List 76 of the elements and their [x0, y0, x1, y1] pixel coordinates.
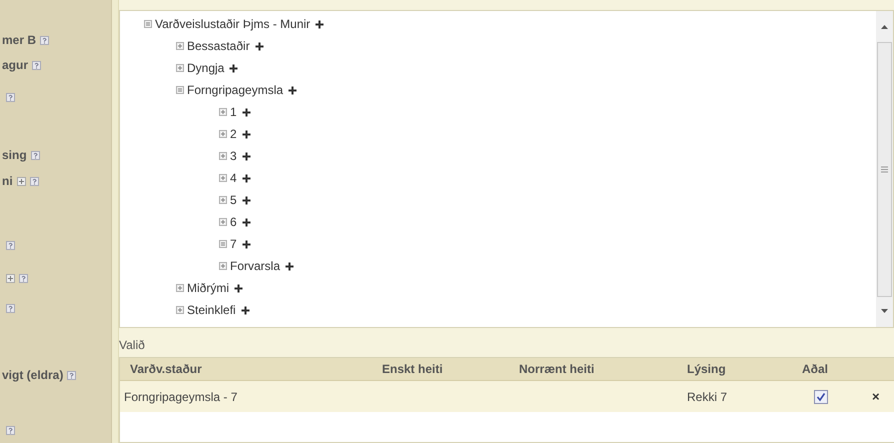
- sidebar-item[interactable]: vigt (eldra): [2, 366, 64, 384]
- add-icon[interactable]: [242, 130, 251, 138]
- expand-icon[interactable]: [6, 274, 15, 282]
- section-title: Valið: [119, 337, 146, 354]
- add-icon[interactable]: [242, 152, 251, 160]
- help-icon[interactable]: [6, 304, 15, 312]
- tree-node-label[interactable]: Dyngja: [187, 59, 224, 77]
- expand-icon[interactable]: [176, 306, 184, 314]
- help-icon[interactable]: [6, 240, 15, 250]
- help-icon[interactable]: [30, 150, 40, 160]
- table-cell: Rekki 7: [687, 390, 728, 404]
- check-icon: [816, 392, 826, 402]
- help-icon[interactable]: [40, 36, 50, 44]
- tree-node-label[interactable]: Forvarsla: [230, 257, 280, 275]
- help-icon[interactable]: [6, 92, 15, 102]
- collapse-icon[interactable]: [219, 240, 227, 248]
- expand-icon[interactable]: [219, 262, 227, 270]
- tree-node-label[interactable]: Miðrými: [187, 279, 229, 297]
- expand-icon[interactable]: [176, 284, 184, 292]
- collapse-icon[interactable]: [144, 20, 152, 28]
- scrollbar-thumb[interactable]: [877, 42, 892, 296]
- help-icon[interactable]: [30, 176, 39, 186]
- add-icon[interactable]: [254, 42, 264, 50]
- column-header[interactable]: Aðal: [802, 362, 828, 376]
- tree-node-label[interactable]: Bessastaðir: [187, 37, 250, 55]
- add-icon[interactable]: [229, 64, 238, 72]
- expand-icon[interactable]: [219, 174, 227, 182]
- expand-icon[interactable]: [176, 42, 184, 50]
- table-row[interactable]: Forngripageymsla - 7 Rekki 7 ×: [120, 381, 894, 412]
- add-icon[interactable]: [315, 20, 324, 28]
- tree-node-label[interactable]: 6: [230, 213, 237, 231]
- help-icon[interactable]: [19, 274, 28, 282]
- expand-icon[interactable]: [219, 130, 227, 138]
- help-icon[interactable]: [32, 60, 42, 70]
- add-icon[interactable]: [242, 196, 251, 204]
- tree-node-label[interactable]: 5: [230, 191, 237, 209]
- add-icon[interactable]: [285, 262, 294, 270]
- add-icon[interactable]: [288, 86, 298, 94]
- scroll-down-icon[interactable]: [881, 309, 888, 313]
- tree-node-label[interactable]: 1: [230, 103, 237, 121]
- column-header[interactable]: Enskt heiti: [382, 362, 443, 376]
- tree-node-label[interactable]: 4: [230, 169, 237, 187]
- add-icon[interactable]: [242, 218, 251, 226]
- add-icon[interactable]: [242, 108, 251, 116]
- expand-icon[interactable]: [16, 176, 26, 186]
- tree-node-label[interactable]: Varðveislustaðir Þjms - Munir: [155, 15, 310, 33]
- help-icon[interactable]: [67, 370, 76, 380]
- tree-node-label[interactable]: 3: [230, 147, 237, 165]
- sidebar-item[interactable]: mer B: [2, 31, 36, 49]
- remove-button[interactable]: ×: [872, 386, 880, 406]
- scroll-up-icon[interactable]: [881, 25, 888, 29]
- sidebar-item[interactable]: sing: [2, 146, 27, 164]
- grip-icon: [881, 166, 888, 172]
- collapse-icon[interactable]: [176, 86, 184, 94]
- checkbox[interactable]: [814, 390, 828, 404]
- tree-node-label[interactable]: 2: [230, 125, 237, 143]
- add-icon[interactable]: [242, 240, 251, 248]
- tree-node-label[interactable]: Steinklefi: [187, 301, 236, 319]
- expand-icon[interactable]: [176, 64, 184, 72]
- expand-icon[interactable]: [219, 108, 227, 116]
- expand-icon[interactable]: [219, 196, 227, 204]
- column-header[interactable]: Varðv.staður: [130, 362, 202, 376]
- sidebar-item[interactable]: agur: [2, 56, 28, 74]
- tree-node-label[interactable]: 7: [230, 235, 237, 253]
- add-icon[interactable]: [240, 306, 250, 314]
- help-icon[interactable]: [6, 426, 15, 434]
- expand-icon[interactable]: [219, 152, 227, 160]
- tree-node-label[interactable]: Forngripageymsla: [187, 81, 284, 99]
- column-header[interactable]: Norrænt heiti: [519, 362, 594, 376]
- sidebar-item[interactable]: ni: [2, 172, 13, 190]
- column-header[interactable]: Lýsing: [687, 362, 726, 376]
- add-icon[interactable]: [234, 284, 243, 292]
- scrollbar[interactable]: [876, 11, 893, 327]
- add-icon[interactable]: [242, 174, 251, 182]
- expand-icon[interactable]: [219, 218, 227, 226]
- table-cell: Forngripageymsla - 7: [124, 390, 238, 404]
